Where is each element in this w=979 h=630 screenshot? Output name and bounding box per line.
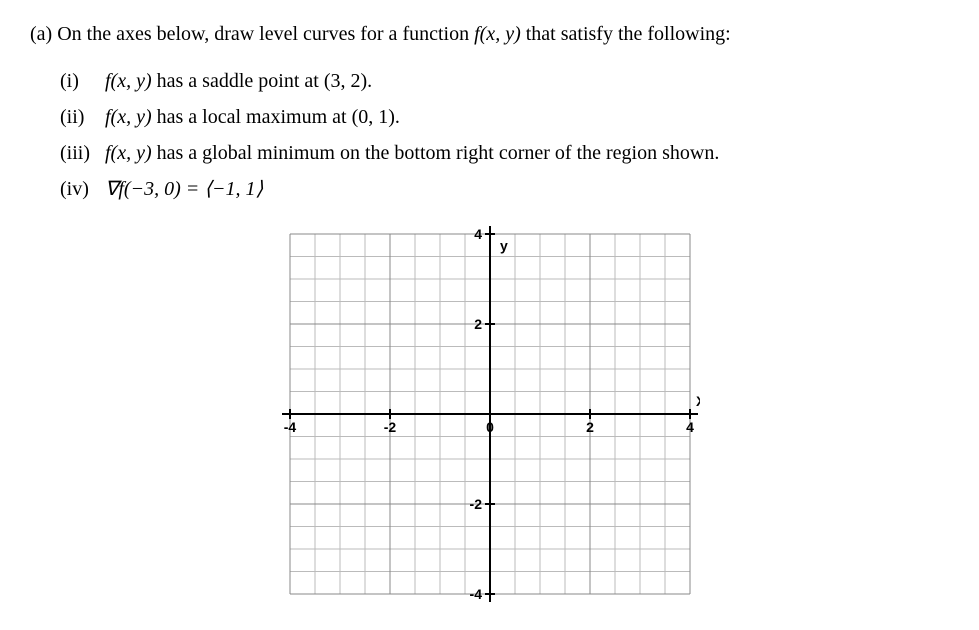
question-prompt: (a) On the axes below, draw level curves… (30, 20, 949, 48)
item-iii-mid: has a global minimum on the bottom right… (152, 142, 720, 164)
sub-items-list: (i) f(x, y) has a saddle point at (3, 2)… (60, 66, 949, 204)
item-i-after: . (367, 70, 372, 92)
item-iii: (iii) f(x, y) has a global minimum on th… (60, 138, 949, 168)
prompt-text-after: that satisfy the following: (521, 23, 731, 45)
part-label: (a) (30, 20, 52, 48)
item-i-func: f(x, y) (105, 70, 152, 92)
item-ii-func: f(x, y) (105, 106, 152, 128)
prompt-text-before: On the axes below, draw level curves for… (57, 23, 474, 45)
roman-iv: (iv) (60, 174, 100, 204)
chart-container: -4-2024-4-224Xy (30, 224, 949, 610)
item-iii-func: f(x, y) (105, 142, 152, 164)
roman-iii: (iii) (60, 138, 100, 168)
coordinate-grid: -4-2024-4-224Xy (280, 224, 700, 604)
svg-text:y: y (500, 237, 508, 253)
item-iv: (iv) ∇f(−3, 0) = ⟨−1, 1⟩ (60, 174, 949, 204)
item-ii-point: (0, 1) (352, 106, 395, 128)
roman-ii: (ii) (60, 102, 100, 132)
item-iv-expr: ∇f(−3, 0) = ⟨−1, 1⟩ (105, 178, 263, 200)
prompt-func: f(x, y) (474, 23, 521, 45)
svg-text:X: X (696, 393, 700, 409)
svg-text:4: 4 (474, 226, 482, 242)
svg-text:4: 4 (686, 419, 694, 435)
svg-text:2: 2 (586, 419, 594, 435)
svg-text:2: 2 (474, 316, 482, 332)
roman-i: (i) (60, 66, 100, 96)
item-i-point: (3, 2) (324, 70, 367, 92)
svg-text:0: 0 (486, 419, 494, 435)
svg-text:-4: -4 (469, 586, 482, 602)
item-i-mid: has a saddle point at (152, 70, 324, 92)
item-ii-mid: has a local maximum at (152, 106, 352, 128)
item-ii: (ii) f(x, y) has a local maximum at (0, … (60, 102, 949, 132)
svg-text:-4: -4 (283, 419, 296, 435)
item-i: (i) f(x, y) has a saddle point at (3, 2)… (60, 66, 949, 96)
item-ii-after: . (395, 106, 400, 128)
svg-text:-2: -2 (469, 496, 482, 512)
svg-text:-2: -2 (383, 419, 396, 435)
